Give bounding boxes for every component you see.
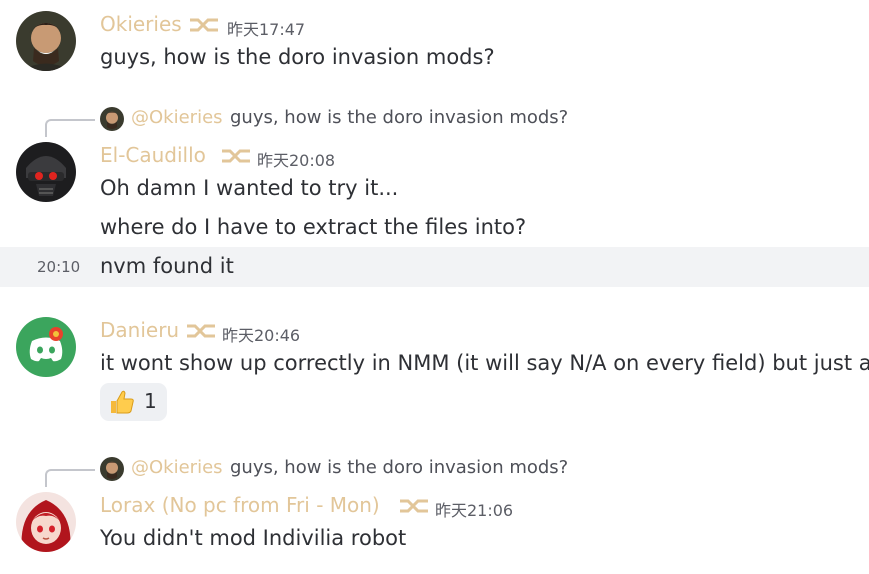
hover-timestamp: 20:10 [37, 258, 81, 276]
reply-avatar [100, 107, 124, 131]
reply-username[interactable]: @Okieries [131, 457, 223, 478]
reply-spine [45, 469, 95, 487]
username[interactable]: Danieru [100, 318, 179, 342]
reply-text: guys, how is the doro invasion mods? [230, 107, 569, 128]
reply-avatar [100, 457, 124, 481]
message-text: nvm found it [100, 254, 234, 278]
shuffle-tag-icon [187, 324, 215, 338]
message-timestamp: 昨天20:08 [257, 151, 336, 170]
message-text: where do I have to extract the files int… [100, 215, 527, 239]
avatar-el-caudillo[interactable] [16, 142, 76, 202]
reply-username[interactable]: @Okieries [131, 107, 223, 128]
reaction-count: 1 [144, 389, 157, 413]
message-text: guys, how is the doro invasion mods? [100, 45, 495, 69]
avatar-lorax[interactable] [16, 492, 76, 552]
message-timestamp: 昨天17:47 [227, 20, 306, 39]
username[interactable]: Okieries [100, 12, 182, 36]
shuffle-tag-icon [190, 18, 218, 32]
reaction-thumbs-up[interactable]: 1 [100, 383, 167, 421]
reply-reference[interactable]: @Okieries guys, how is the doro invasion… [100, 106, 570, 132]
message-text: Oh damn I wanted to try it... [100, 176, 399, 200]
shuffle-tag-icon [400, 499, 428, 513]
message-timestamp: 昨天20:46 [222, 326, 301, 345]
avatar-okieries[interactable] [16, 11, 76, 71]
message-timestamp: 昨天21:06 [435, 501, 514, 520]
message-text: You didn't mod Indivilia robot [100, 526, 407, 550]
reply-reference[interactable]: @Okieries guys, how is the doro invasion… [100, 456, 570, 482]
username[interactable]: Lorax (No pc from Fri - Mon) [100, 493, 380, 517]
reply-spine [45, 119, 95, 137]
shuffle-tag-icon [222, 149, 250, 163]
avatar-danieru[interactable] [16, 317, 76, 377]
reply-text: guys, how is the doro invasion mods? [230, 457, 569, 478]
thumbs-up-icon [111, 390, 134, 414]
username[interactable]: El-Caudillo [100, 143, 206, 167]
message-text: it wont show up correctly in NMM (it wil… [100, 351, 869, 375]
